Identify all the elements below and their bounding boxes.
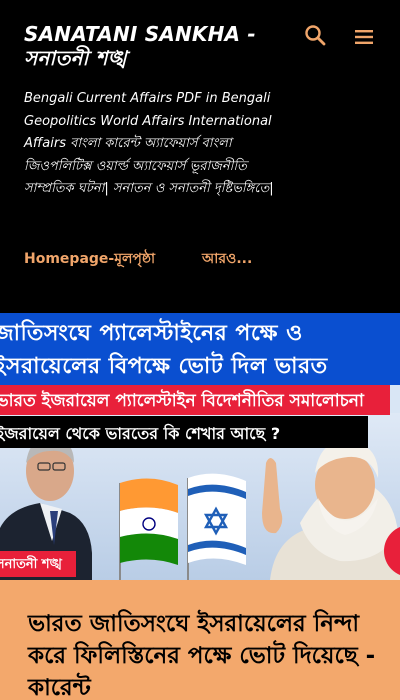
site-title[interactable]: SANATANI SANKHA - সনাতনী শঙ্খ	[24, 22, 286, 70]
menu-button[interactable]	[351, 24, 377, 50]
search-button[interactable]	[302, 22, 330, 50]
hero-subheadline: ভারত ইজরায়েল প্যালেস্টাইন বিদেশনীতির সম…	[0, 391, 364, 411]
hero-watermark: সনাতনী শঙ্খ	[0, 551, 76, 577]
featured-post-image[interactable]: জাতিসংঘে প্যালেস্টাইনের পক্ষে ও ইসরায়েল…	[0, 313, 400, 580]
hero-headline-line1: জাতিসংঘে প্যালেস্টাইনের পক্ষে ও	[0, 321, 303, 346]
hero-question-band: ইজরায়েল থেকে ভারতের কি শেখার আছে ?	[0, 416, 368, 448]
nav-more-link[interactable]: আরও...	[202, 247, 252, 271]
hero-watermark-text: সনাতনী শঙ্খ	[0, 557, 62, 572]
hero-headline-line2: ইসরায়েলের বিপক্ষে ভোট দিল ভারত	[0, 354, 328, 379]
hero-question: ইজরায়েল থেকে ভারতের কি শেখার আছে ?	[0, 424, 281, 443]
post-title[interactable]: ভারত জাতিসংঘে ইসরায়েলের নিন্দা করে ফিলি…	[28, 608, 378, 700]
hero-subheadline-band: ভারত ইজরায়েল প্যালেস্টাইন বিদেশনীতির সম…	[0, 385, 390, 415]
nav-homepage-link[interactable]: Homepage-মূলপৃষ্ঠা	[24, 247, 155, 271]
hamburger-menu-icon	[355, 30, 373, 44]
main-nav: Homepage-মূলপৃষ্ঠা আরও...	[24, 247, 376, 271]
post-card[interactable]: ভারত জাতিসংঘে ইসরায়েলের নিন্দা করে ফিলি…	[0, 580, 400, 700]
hero-headline-band: জাতিসংঘে প্যালেস্টাইনের পক্ষে ও ইসরায়েল…	[0, 313, 400, 385]
search-icon	[305, 25, 326, 46]
site-description: Bengali Current Affairs PDF in Bengali G…	[24, 91, 274, 196]
site-header: SANATANI SANKHA - সনাতনী শঙ্খ Bengali Cu…	[0, 0, 400, 312]
